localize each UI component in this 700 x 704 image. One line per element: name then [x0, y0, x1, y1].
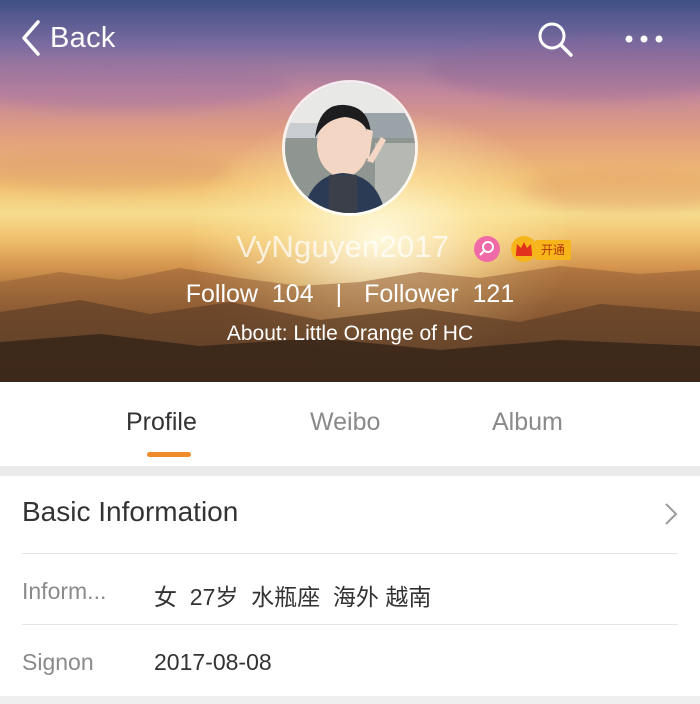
female-icon: [474, 236, 500, 262]
active-tab-indicator: [147, 452, 191, 457]
cloud-decoration: [0, 150, 230, 190]
vip-open-badge[interactable]: 开通: [535, 240, 572, 260]
basic-info-card: Basic Information Inform... 女 27岁 水瓶座 海外…: [0, 476, 700, 696]
tab-album[interactable]: Album: [492, 408, 563, 437]
row-divider: [22, 624, 678, 625]
tab-profile[interactable]: Profile: [126, 408, 197, 437]
username: VyNguyen2017: [236, 229, 450, 264]
bottom-divider: [0, 696, 700, 704]
chevron-left-icon: [22, 20, 40, 56]
row-divider: [22, 553, 678, 554]
avatar-photo: [285, 83, 415, 213]
signon-value: 2017-08-08: [154, 649, 272, 675]
avatar[interactable]: [282, 80, 418, 216]
basic-info-header[interactable]: Basic Information: [22, 496, 678, 528]
chevron-right-icon[interactable]: [664, 502, 678, 526]
profile-tabs: Profile Weibo Album: [0, 382, 700, 466]
follower-label: Follower: [364, 280, 459, 308]
tab-weibo[interactable]: Weibo: [310, 408, 380, 437]
follow-link[interactable]: Follow 104: [186, 280, 314, 308]
cloud-decoration: [0, 60, 290, 110]
follow-count: 104: [271, 280, 314, 308]
stats-separator: |: [335, 280, 343, 308]
info-value: 女 27岁 水瓶座 海外 越南: [154, 584, 432, 610]
search-icon[interactable]: [536, 20, 574, 58]
follower-link[interactable]: Follower 121: [364, 280, 514, 308]
back-label: Back: [50, 21, 116, 54]
info-label: Inform...: [22, 578, 107, 604]
basic-info-title: Basic Information: [22, 496, 239, 527]
follower-count: 121: [472, 280, 515, 308]
about-text: About: Little Orange of HC: [226, 322, 474, 345]
more-icon[interactable]: [621, 28, 667, 50]
follow-stats: Follow 104 | Follower 121: [0, 280, 700, 309]
back-button[interactable]: Back: [20, 18, 116, 58]
section-divider: [0, 466, 700, 476]
follow-label: Follow: [185, 280, 258, 308]
signon-label: Signon: [22, 649, 94, 675]
